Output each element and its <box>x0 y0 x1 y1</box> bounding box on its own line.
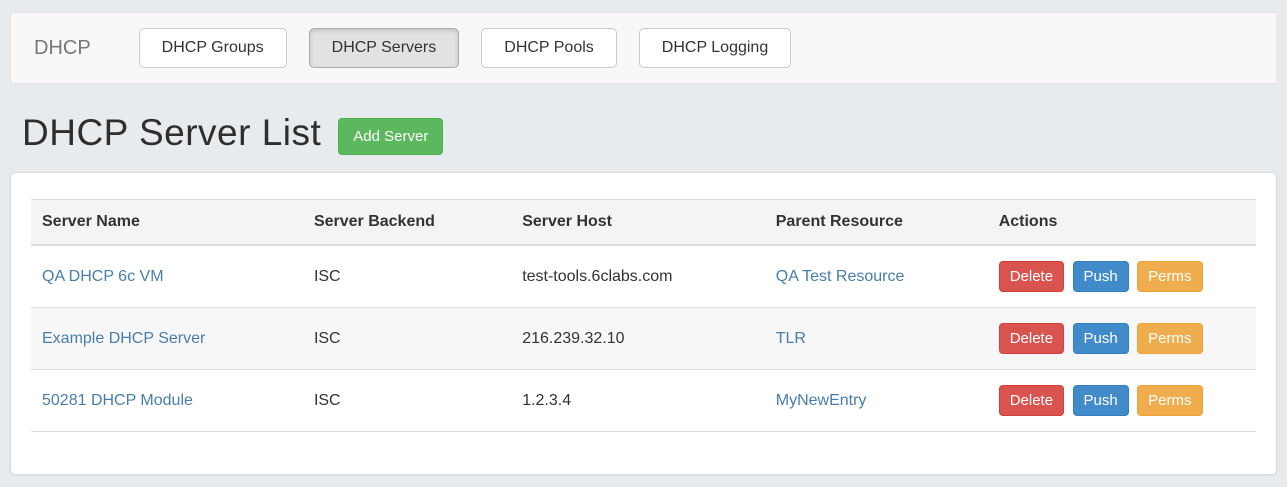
actions-cell: Delete Push Perms <box>988 308 1256 370</box>
delete-button[interactable]: Delete <box>999 261 1064 292</box>
column-header-server-host: Server Host <box>511 200 765 246</box>
tab-dhcp-pools[interactable]: DHCP Pools <box>481 28 617 68</box>
perms-button[interactable]: Perms <box>1137 261 1202 292</box>
server-host-cell: test-tools.6clabs.com <box>511 245 765 308</box>
server-host-cell: 1.2.3.4 <box>511 370 765 432</box>
perms-button[interactable]: Perms <box>1137 323 1202 354</box>
parent-resource-cell: MyNewEntry <box>765 370 988 432</box>
table-row: 50281 DHCP Module ISC 1.2.3.4 MyNewEntry… <box>31 370 1256 432</box>
title-row: DHCP Server List Add Server <box>10 110 1277 155</box>
column-header-server-name: Server Name <box>31 200 303 246</box>
parent-resource-cell: TLR <box>765 308 988 370</box>
server-name-link[interactable]: Example DHCP Server <box>42 330 205 347</box>
server-name-link[interactable]: 50281 DHCP Module <box>42 392 193 409</box>
server-name-cell: 50281 DHCP Module <box>31 370 303 432</box>
column-header-server-backend: Server Backend <box>303 200 511 246</box>
page-title: DHCP Server List <box>22 112 321 154</box>
tab-dhcp-servers[interactable]: DHCP Servers <box>309 28 460 68</box>
dhcp-navbar: DHCP DHCP Groups DHCP Servers DHCP Pools… <box>10 12 1277 84</box>
actions-cell: Delete Push Perms <box>988 370 1256 432</box>
server-host-cell: 216.239.32.10 <box>511 308 765 370</box>
server-backend-cell: ISC <box>303 370 511 432</box>
parent-resource-link[interactable]: TLR <box>776 330 806 347</box>
navbar-brand: DHCP <box>34 37 91 60</box>
delete-button[interactable]: Delete <box>999 323 1064 354</box>
add-server-button[interactable]: Add Server <box>338 118 443 155</box>
server-name-cell: Example DHCP Server <box>31 308 303 370</box>
push-button[interactable]: Push <box>1073 385 1129 416</box>
tab-dhcp-logging[interactable]: DHCP Logging <box>639 28 791 68</box>
table-row: Example DHCP Server ISC 216.239.32.10 TL… <box>31 308 1256 370</box>
parent-resource-link[interactable]: QA Test Resource <box>776 268 905 285</box>
perms-button[interactable]: Perms <box>1137 385 1202 416</box>
column-header-actions: Actions <box>988 200 1256 246</box>
tab-dhcp-groups[interactable]: DHCP Groups <box>139 28 287 68</box>
push-button[interactable]: Push <box>1073 323 1129 354</box>
column-header-parent-resource: Parent Resource <box>765 200 988 246</box>
table-row: QA DHCP 6c VM ISC test-tools.6clabs.com … <box>31 245 1256 308</box>
server-name-cell: QA DHCP 6c VM <box>31 245 303 308</box>
table-header-row: Server Name Server Backend Server Host P… <box>31 200 1256 246</box>
server-backend-cell: ISC <box>303 308 511 370</box>
actions-cell: Delete Push Perms <box>988 245 1256 308</box>
push-button[interactable]: Push <box>1073 261 1129 292</box>
parent-resource-cell: QA Test Resource <box>765 245 988 308</box>
server-table: Server Name Server Backend Server Host P… <box>31 199 1256 432</box>
page-container: DHCP DHCP Groups DHCP Servers DHCP Pools… <box>0 0 1287 487</box>
parent-resource-link[interactable]: MyNewEntry <box>776 392 867 409</box>
server-name-link[interactable]: QA DHCP 6c VM <box>42 268 164 285</box>
delete-button[interactable]: Delete <box>999 385 1064 416</box>
server-backend-cell: ISC <box>303 245 511 308</box>
server-list-panel: Server Name Server Backend Server Host P… <box>10 172 1277 475</box>
